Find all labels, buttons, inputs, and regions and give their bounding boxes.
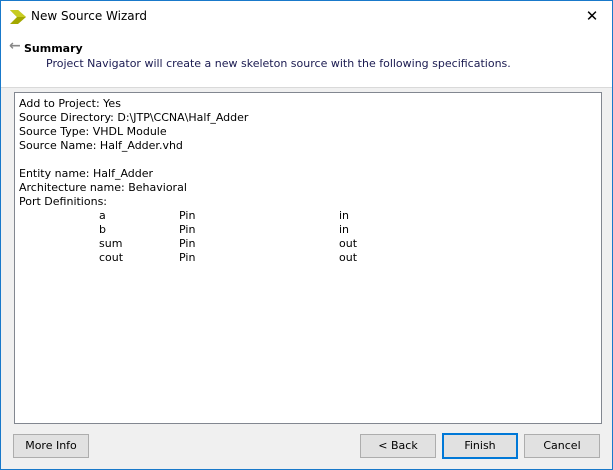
back-label: < Back (378, 439, 418, 452)
summary-line: Source Type: VHDL Module (19, 125, 167, 138)
close-button[interactable]: ✕ (572, 1, 612, 32)
more-info-button[interactable]: More Info (13, 434, 89, 458)
port-dir: out (339, 237, 358, 250)
port-type: Pin (179, 209, 196, 222)
finish-label: Finish (464, 439, 496, 452)
back-button[interactable]: < Back (360, 434, 436, 458)
page-title: Summary (24, 42, 83, 55)
summary-line: Source Name: Half_Adder.vhd (19, 139, 183, 152)
summary-line: Architecture name: Behavioral (19, 181, 187, 194)
close-icon: ✕ (585, 7, 599, 25)
app-logo-icon (10, 10, 26, 24)
port-dir: out (339, 251, 358, 264)
wizard-header: ← Summary Project Navigator will create … (1, 32, 612, 88)
port-name: cout (99, 251, 124, 264)
port-type: Pin (179, 251, 196, 264)
port-dir: in (339, 209, 350, 222)
port-name: sum (99, 237, 123, 250)
back-arrow-icon: ← (9, 38, 21, 54)
port-type: Pin (179, 223, 196, 236)
title-bar: New Source Wizard ✕ (1, 1, 612, 32)
port-type: Pin (179, 237, 196, 250)
summary-line: Source Directory: D:\JTP\CCNA\Half_Adder (19, 111, 249, 124)
more-info-label: More Info (25, 439, 77, 452)
window-title: New Source Wizard (31, 9, 147, 23)
finish-button[interactable]: Finish (442, 433, 518, 459)
summary-text-area[interactable]: Add to Project: Yes Source Directory: D:\… (14, 92, 602, 424)
cancel-label: Cancel (543, 439, 581, 452)
page-description: Project Navigator will create a new skel… (46, 57, 511, 70)
cancel-button[interactable]: Cancel (524, 434, 600, 458)
summary-line: Entity name: Half_Adder (19, 167, 154, 180)
port-name: a (99, 209, 106, 222)
port-name: b (99, 223, 106, 236)
summary-line: Add to Project: Yes (19, 97, 121, 110)
wizard-window: New Source Wizard ✕ ← Summary Project Na… (0, 0, 613, 470)
port-dir: in (339, 223, 350, 236)
summary-line: Port Definitions: (19, 195, 108, 208)
